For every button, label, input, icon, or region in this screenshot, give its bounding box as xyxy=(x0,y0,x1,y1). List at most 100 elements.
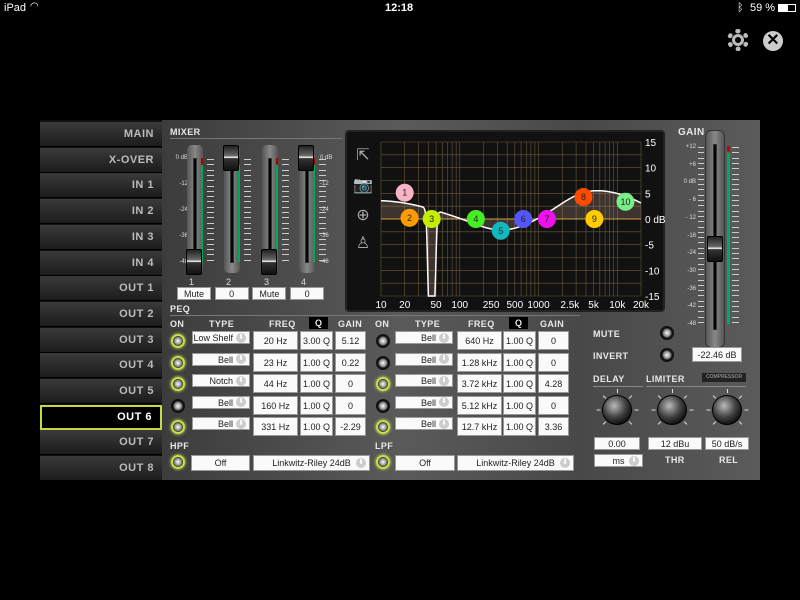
sidebar-item-out-3[interactable]: OUT 3 xyxy=(40,327,162,353)
threshold-knob[interactable] xyxy=(657,395,687,425)
lpf-type-dropdown[interactable]: Linkwitz-Riley 24dB ⬇ xyxy=(457,455,574,471)
sidebar-item-in-4[interactable]: IN 4 xyxy=(40,250,162,276)
hpf-type-dropdown[interactable]: Linkwitz-Riley 24dB ⬇ xyxy=(253,455,370,471)
peq-band-5-q-field[interactable]: 1.00 Q xyxy=(300,417,333,436)
sidebar-item-out-6[interactable]: OUT 6 xyxy=(40,404,162,430)
peq-band-10-type-dropdown[interactable]: Bell ⬇ xyxy=(395,417,453,430)
eq-band-node-9[interactable]: 9 xyxy=(585,210,604,228)
peq-band-6-type-dropdown[interactable]: Bell ⬇ xyxy=(395,331,453,344)
mixer-fader-track-3[interactable] xyxy=(268,158,272,263)
sidebar-item-out-2[interactable]: OUT 2 xyxy=(40,301,162,327)
peq-band-3-type-dropdown[interactable]: Notch ⬇ xyxy=(192,374,250,387)
peq-band-6-on-toggle[interactable] xyxy=(376,334,390,348)
compressor-button[interactable]: COMPRESSOR xyxy=(702,373,746,382)
peq-band-4-freq-field[interactable]: 160 Hz xyxy=(253,395,298,415)
sidebar-item-out-1[interactable]: OUT 1 xyxy=(40,276,162,302)
eq-band-node-8[interactable]: 8 xyxy=(574,188,593,207)
threshold-value[interactable]: 12 dBu xyxy=(648,437,702,450)
camera-icon[interactable]: 📷 xyxy=(353,177,373,194)
peq-band-7-type-dropdown[interactable]: Bell ⬇ xyxy=(395,352,453,366)
peq-band-2-on-toggle[interactable] xyxy=(171,355,185,370)
peq-band-7-on-toggle[interactable] xyxy=(376,355,390,370)
peq-band-5-freq-field[interactable]: 331 Hz xyxy=(253,417,298,436)
mixer-fader-knob-2[interactable] xyxy=(223,145,239,171)
hpf-on-toggle[interactable] xyxy=(171,455,185,469)
peq-band-7-freq-field[interactable]: 1.28 kHz xyxy=(457,352,502,372)
sidebar-item-out-7[interactable]: OUT 7 xyxy=(40,430,162,456)
peq-band-1-gain-field[interactable]: 5.12 xyxy=(335,331,366,350)
mute-toggle[interactable] xyxy=(660,326,674,340)
peq-band-6-q-field[interactable]: 1.00 Q xyxy=(503,331,536,350)
eq-band-node-4[interactable]: 4 xyxy=(466,210,485,228)
delay-knob[interactable] xyxy=(602,395,632,425)
peq-band-10-freq-field[interactable]: 12.7 kHz xyxy=(457,417,502,436)
eq-band-node-7[interactable]: 7 xyxy=(537,210,556,228)
compass-icon[interactable]: ♙ xyxy=(356,235,370,252)
release-value[interactable]: 50 dB/s xyxy=(705,437,749,450)
mixer-fader-track-1[interactable] xyxy=(193,158,197,263)
peq-band-8-on-toggle[interactable] xyxy=(376,377,390,391)
peq-band-2-gain-field[interactable]: 0.22 xyxy=(335,352,366,372)
eq-band-node-10[interactable]: 10 xyxy=(616,192,635,211)
invert-toggle[interactable] xyxy=(660,348,674,362)
peq-band-3-on-toggle[interactable] xyxy=(171,377,185,391)
mixer-channel-1-value[interactable]: Mute xyxy=(177,287,211,300)
peq-band-4-gain-field[interactable]: 0 xyxy=(335,395,366,415)
peq-band-1-type-dropdown[interactable]: Low Shelf ⬇ xyxy=(192,331,250,344)
peq-band-1-freq-field[interactable]: 20 Hz xyxy=(253,331,298,350)
delay-unit-dropdown[interactable]: ms ⬇ xyxy=(594,454,643,467)
mixer-channel-2-value[interactable]: 0 xyxy=(214,287,249,300)
mixer-fader-knob-4[interactable] xyxy=(298,145,314,171)
peq-band-8-type-dropdown[interactable]: Bell ⬇ xyxy=(395,374,453,387)
peq-band-8-gain-field[interactable]: 4.28 xyxy=(538,374,569,393)
close-icon[interactable]: ✕ xyxy=(763,31,783,51)
peq-band-8-q-field[interactable]: 1.00 Q xyxy=(503,374,536,393)
peq-band-7-gain-field[interactable]: 0 xyxy=(538,352,569,372)
peq-band-3-q-field[interactable]: 1.00 Q xyxy=(300,374,333,393)
peq-band-9-on-toggle[interactable] xyxy=(376,398,390,413)
peq-band-6-gain-field[interactable]: 0 xyxy=(538,331,569,350)
gear-icon[interactable] xyxy=(727,29,749,51)
peq-band-4-type-dropdown[interactable]: Bell ⬇ xyxy=(192,395,250,409)
peq-band-1-on-toggle[interactable] xyxy=(171,334,185,348)
mixer-fader-track-2[interactable] xyxy=(230,158,234,263)
peq-band-3-gain-field[interactable]: 0 xyxy=(335,374,366,393)
eq-graph-canvas[interactable]: 10 20 50 100 250 500 1000 2.5k 5k 10k 20k151050 dB… xyxy=(345,130,665,312)
eq-band-node-6[interactable]: 6 xyxy=(514,210,533,228)
mixer-fader-knob-1[interactable] xyxy=(186,249,202,275)
peq-band-5-on-toggle[interactable] xyxy=(171,420,185,434)
eq-band-node-3[interactable]: 3 xyxy=(422,210,441,228)
peq-band-10-on-toggle[interactable] xyxy=(376,420,390,434)
lpf-on-toggle[interactable] xyxy=(376,455,390,469)
delay-value[interactable]: 0.00 xyxy=(594,437,640,450)
release-knob[interactable] xyxy=(712,395,742,425)
eq-band-node-1[interactable]: 1 xyxy=(395,183,414,202)
peq-band-9-q-field[interactable]: 1.00 Q xyxy=(503,395,536,415)
peq-band-3-freq-field[interactable]: 44 Hz xyxy=(253,374,298,393)
peq-band-5-type-dropdown[interactable]: Bell ⬇ xyxy=(192,417,250,430)
peq-band-4-q-field[interactable]: 1.00 Q xyxy=(300,395,333,415)
peq-band-5-gain-field[interactable]: -2.29 xyxy=(335,417,366,436)
sidebar-item-out-5[interactable]: OUT 5 xyxy=(40,379,162,404)
peq-band-7-q-field[interactable]: 1.00 Q xyxy=(503,352,536,372)
sidebar-item-in-1[interactable]: IN 1 xyxy=(40,173,162,199)
gain-fader-knob[interactable] xyxy=(707,235,723,262)
sidebar-item-main[interactable]: MAIN xyxy=(40,122,162,147)
peq-band-9-freq-field[interactable]: 5.12 kHz xyxy=(457,395,502,415)
sidebar-item-in-2[interactable]: IN 2 xyxy=(40,199,162,225)
peq-band-1-q-field[interactable]: 3.00 Q xyxy=(300,331,333,350)
peq-band-8-freq-field[interactable]: 3.72 kHz xyxy=(457,374,502,393)
eq-band-node-2[interactable]: 2 xyxy=(400,208,419,227)
eq-band-node-5[interactable]: 5 xyxy=(491,221,510,240)
peq-band-6-freq-field[interactable]: 640 Hz xyxy=(457,331,502,350)
mixer-channel-3-value[interactable]: Mute xyxy=(252,287,287,300)
sidebar-item-x-over[interactable]: X-OVER xyxy=(40,147,162,173)
peq-band-2-q-field[interactable]: 1.00 Q xyxy=(300,352,333,372)
mixer-fader-knob-3[interactable] xyxy=(261,249,277,275)
peq-band-9-gain-field[interactable]: 0 xyxy=(538,395,569,415)
sidebar-item-out-8[interactable]: OUT 8 xyxy=(40,456,162,482)
mixer-fader-track-4[interactable] xyxy=(305,158,309,263)
crosshair-icon[interactable]: ⊕ xyxy=(356,207,369,224)
peq-band-2-type-dropdown[interactable]: Bell ⬇ xyxy=(192,352,250,366)
sidebar-item-in-3[interactable]: IN 3 xyxy=(40,224,162,250)
